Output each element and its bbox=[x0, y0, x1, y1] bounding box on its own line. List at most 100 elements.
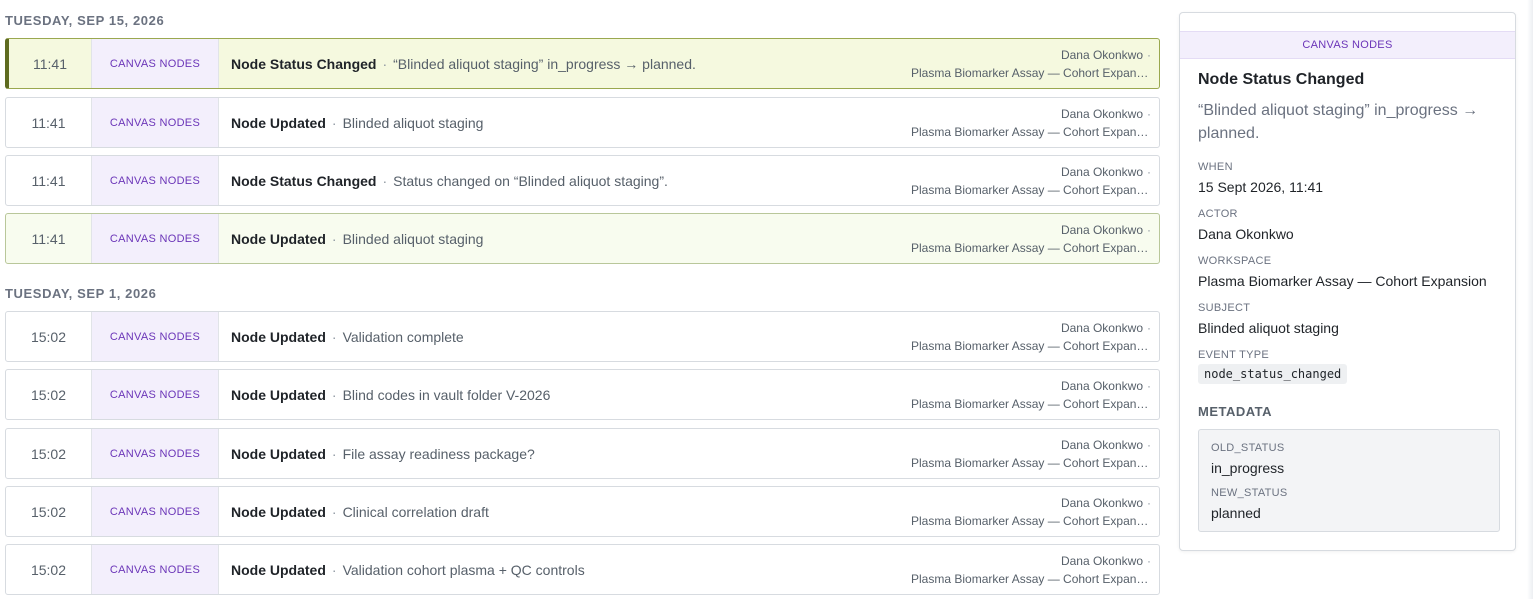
event-title: Node Updated bbox=[231, 445, 326, 462]
metadata-key: OLD_STATUS bbox=[1211, 442, 1285, 454]
event-time: 15:02 bbox=[6, 312, 92, 361]
event-description: Blinded aliquot staging bbox=[342, 230, 484, 247]
event-workspace: Plasma Biomarker Assay — Cohort Expansio… bbox=[911, 513, 1151, 528]
event-workspace: Plasma Biomarker Assay — Cohort Expansio… bbox=[911, 65, 1151, 80]
event-time: 15:02 bbox=[6, 545, 92, 594]
event-title: Node Status Changed bbox=[231, 172, 377, 189]
event-actor: Dana Okonkwo bbox=[1060, 47, 1143, 62]
when-label: WHEN bbox=[1198, 161, 1233, 173]
event-description: “Blinded aliquot staging” in_progress → … bbox=[393, 55, 696, 72]
event-title: Node Updated bbox=[231, 114, 326, 131]
event-row[interactable]: 15:02 CANVAS NODES Node Updated · Validati… bbox=[5, 311, 1160, 362]
metadata-box: OLD_STATUS in_progress NEW_STATUS planne… bbox=[1198, 429, 1500, 532]
scrollbar-track[interactable] bbox=[1527, 0, 1533, 599]
separator: · bbox=[331, 503, 337, 520]
event-actor: Dana Okonkwo bbox=[1060, 106, 1143, 121]
event-time: 11:41 bbox=[6, 98, 92, 147]
event-actor: Dana Okonkwo bbox=[1060, 437, 1143, 452]
event-description: Status changed on “Blinded aliquot stagi… bbox=[393, 172, 668, 189]
event-actor: Dana Okonkwo bbox=[1060, 222, 1143, 237]
separator: · bbox=[331, 328, 337, 345]
event-description: Validation complete bbox=[342, 328, 464, 345]
event-workspace: Plasma Biomarker Assay — Cohort Expansio… bbox=[911, 396, 1151, 411]
separator: · bbox=[1147, 222, 1151, 237]
event-row[interactable]: 11:41 CANVAS NODES Node Status Changed · “… bbox=[5, 38, 1160, 89]
actor-value: Dana Okonkwo bbox=[1198, 226, 1294, 242]
separator: · bbox=[331, 445, 337, 462]
event-row[interactable]: 15:02 CANVAS NODES Node Updated · Blind co… bbox=[5, 369, 1160, 420]
category-badge: CANVAS NODES bbox=[92, 545, 219, 594]
event-time: 15:02 bbox=[6, 487, 92, 536]
workspace-label: WORKSPACE bbox=[1198, 255, 1272, 267]
category-badge: CANVAS NODES bbox=[92, 156, 219, 205]
workspace-value: Plasma Biomarker Assay — Cohort Expansio… bbox=[1198, 273, 1487, 289]
separator: · bbox=[331, 230, 337, 247]
separator: · bbox=[1147, 495, 1151, 510]
category-badge: CANVAS NODES bbox=[92, 429, 219, 478]
event-title: Node Updated bbox=[231, 386, 326, 403]
category-badge: CANVAS NODES bbox=[92, 214, 219, 263]
separator: · bbox=[1147, 553, 1151, 568]
category-badge: CANVAS NODES bbox=[92, 39, 219, 88]
metadata-value: planned bbox=[1211, 505, 1261, 521]
event-time: 15:02 bbox=[6, 370, 92, 419]
subject-value: Blinded aliquot staging bbox=[1198, 320, 1339, 336]
event-actor: Dana Okonkwo bbox=[1060, 320, 1143, 335]
separator: · bbox=[1147, 378, 1151, 393]
separator: · bbox=[331, 114, 337, 131]
detail-description: “Blinded aliquot staging” in_progress → … bbox=[1198, 102, 1479, 142]
event-workspace: Plasma Biomarker Assay — Cohort Expansio… bbox=[911, 455, 1151, 470]
event-description: Blind codes in vault folder V-2026 bbox=[342, 386, 551, 403]
separator: · bbox=[1147, 47, 1151, 62]
separator: · bbox=[1147, 106, 1151, 121]
event-row[interactable]: 11:41 CANVAS NODES Node Status Changed · S… bbox=[5, 155, 1160, 206]
day-header: TUESDAY, SEP 1, 2026 bbox=[5, 286, 157, 301]
event-title: Node Updated bbox=[231, 230, 326, 247]
event-time: 11:41 bbox=[6, 156, 92, 205]
event-actor: Dana Okonkwo bbox=[1060, 164, 1143, 179]
event-workspace: Plasma Biomarker Assay — Cohort Expansio… bbox=[911, 124, 1151, 139]
event-type-code: node_status_changed bbox=[1198, 364, 1348, 384]
separator: · bbox=[382, 55, 388, 72]
event-row[interactable]: 15:02 CANVAS NODES Node Updated · File ass… bbox=[5, 428, 1160, 479]
metadata-value: in_progress bbox=[1211, 460, 1285, 476]
actor-label: ACTOR bbox=[1198, 208, 1238, 220]
event-workspace: Plasma Biomarker Assay — Cohort Expansio… bbox=[911, 338, 1151, 353]
event-actor: Dana Okonkwo bbox=[1060, 495, 1143, 510]
separator: · bbox=[331, 561, 337, 578]
event-type-label: EVENT TYPE bbox=[1198, 349, 1270, 361]
separator: · bbox=[1147, 164, 1151, 179]
event-description: Validation cohort plasma + QC controls bbox=[342, 561, 585, 578]
separator: · bbox=[1147, 437, 1151, 452]
event-detail-panel: CANVAS NODES Node Status Changed “Blinde… bbox=[1179, 12, 1516, 551]
when-value: 15 Sept 2026, 11:41 bbox=[1198, 179, 1324, 195]
event-workspace: Plasma Biomarker Assay — Cohort Expansio… bbox=[911, 182, 1151, 197]
event-description: File assay readiness package? bbox=[342, 445, 535, 462]
detail-title: Node Status Changed bbox=[1198, 71, 1365, 88]
separator: · bbox=[1147, 320, 1151, 335]
event-row[interactable]: 15:02 CANVAS NODES Node Updated · Validati… bbox=[5, 544, 1160, 595]
event-description: Clinical correlation draft bbox=[342, 503, 489, 520]
event-title: Node Status Changed bbox=[231, 55, 377, 72]
subject-label: SUBJECT bbox=[1198, 302, 1251, 314]
metadata-key: NEW_STATUS bbox=[1211, 487, 1288, 499]
event-title: Node Updated bbox=[231, 328, 326, 345]
event-actor: Dana Okonkwo bbox=[1060, 553, 1143, 568]
event-workspace: Plasma Biomarker Assay — Cohort Expansio… bbox=[911, 240, 1151, 255]
metadata-heading: METADATA bbox=[1198, 404, 1273, 419]
event-row[interactable]: 11:41 CANVAS NODES Node Updated · Blinded … bbox=[5, 97, 1160, 148]
event-workspace: Plasma Biomarker Assay — Cohort Expansio… bbox=[911, 571, 1151, 586]
event-title: Node Updated bbox=[231, 503, 326, 520]
event-row[interactable]: 11:41 CANVAS NODES Node Updated · Blinded … bbox=[5, 213, 1160, 264]
detail-category-badge: CANVAS NODES bbox=[1180, 31, 1515, 59]
separator: · bbox=[331, 386, 337, 403]
event-row[interactable]: 15:02 CANVAS NODES Node Updated · Clinical… bbox=[5, 486, 1160, 537]
event-time: 15:02 bbox=[6, 429, 92, 478]
event-time: 11:41 bbox=[6, 214, 92, 263]
event-time: 11:41 bbox=[9, 39, 92, 88]
separator: · bbox=[382, 172, 388, 189]
category-badge: CANVAS NODES bbox=[92, 370, 219, 419]
day-header: TUESDAY, SEP 15, 2026 bbox=[5, 13, 165, 28]
category-badge: CANVAS NODES bbox=[92, 98, 219, 147]
category-badge: CANVAS NODES bbox=[92, 312, 219, 361]
